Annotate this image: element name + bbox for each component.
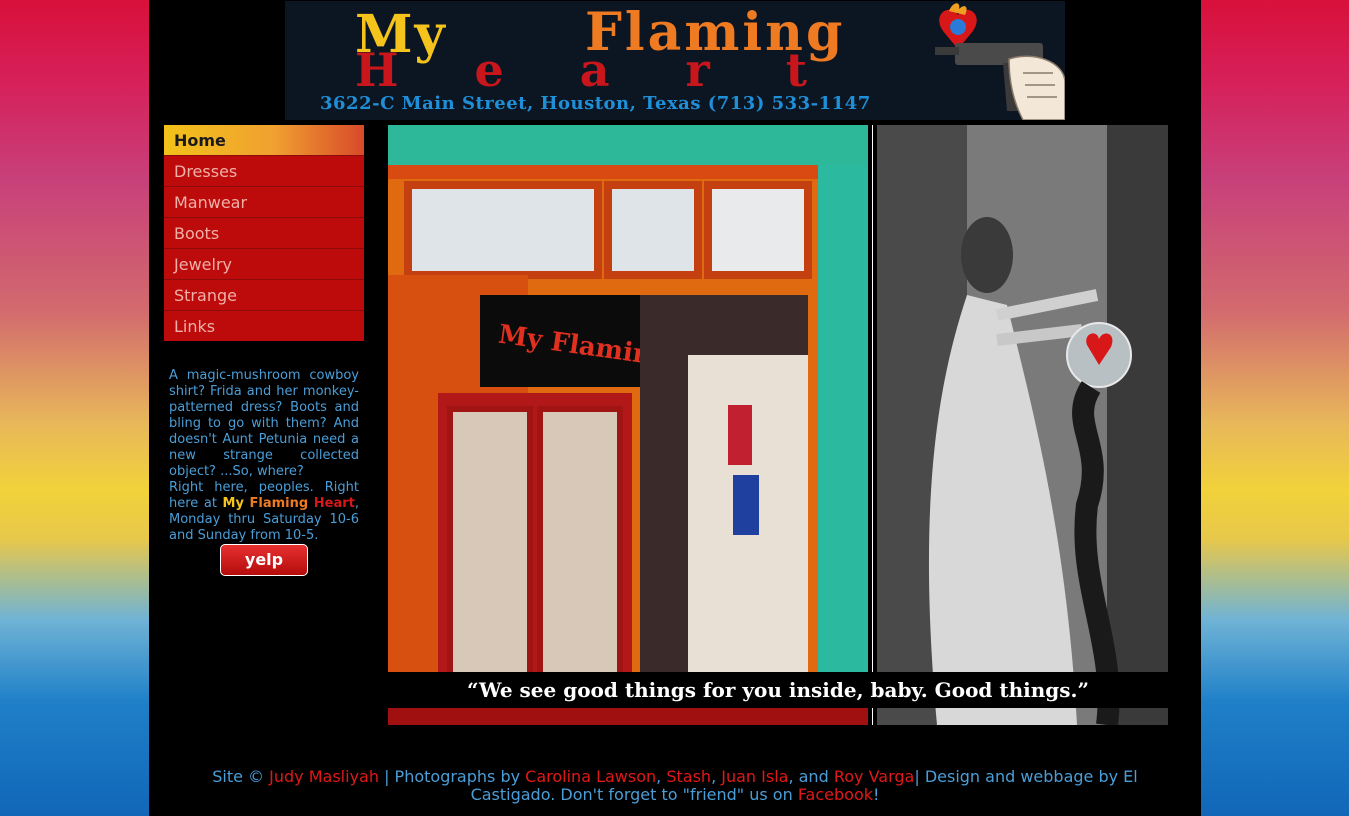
- header-banner[interactable]: My Flaming Heart 3622-C Main Street, Hou…: [285, 1, 1065, 120]
- site-footer: Site © Judy Masliyah | Photographs by Ca…: [179, 768, 1171, 804]
- nav-item-jewelry[interactable]: Jewelry: [164, 249, 364, 280]
- footer-sep: ,: [656, 767, 662, 786]
- page-container: My Flaming Heart 3622-C Main Street, Hou…: [149, 0, 1201, 816]
- photo-caption-bar: “We see good things for you inside, baby…: [388, 672, 1168, 708]
- footer-photographer-link[interactable]: Carolina Lawson: [525, 767, 656, 786]
- blurb-brand-my: My: [222, 496, 244, 511]
- store-address: 3622-C Main Street, Houston, Texas (713)…: [320, 93, 871, 114]
- store-blurb: A magic-mushroom cowboy shirt? Frida and…: [169, 368, 359, 544]
- blurb-brand-flaming: Flaming: [249, 496, 309, 511]
- storefront-illustration: My Flaming Heart: [388, 125, 868, 725]
- footer-photographer-link[interactable]: Roy Varga: [834, 767, 915, 786]
- flaming-heart-pistol-icon: [935, 3, 1065, 120]
- footer-and: , and: [788, 767, 829, 786]
- footer-photographer-link[interactable]: Stash: [666, 767, 711, 786]
- photo-divider: [868, 125, 877, 725]
- banner-word-heart: Heart: [355, 43, 884, 97]
- yelp-label: yelp: [244, 550, 284, 569]
- main-nav: Home Dresses Manwear Boots Jewelry Stran…: [164, 125, 364, 341]
- nav-item-strange[interactable]: Strange: [164, 280, 364, 311]
- footer-owner-link[interactable]: Judy Masliyah: [269, 767, 379, 786]
- nav-item-dresses[interactable]: Dresses: [164, 156, 364, 187]
- photo-caption: “We see good things for you inside, baby…: [466, 678, 1090, 702]
- nav-item-manwear[interactable]: Manwear: [164, 187, 364, 218]
- fortune-teller-illustration: [877, 125, 1168, 725]
- facebook-link[interactable]: Facebook: [798, 785, 873, 804]
- footer-photographer-link[interactable]: Juan Isla: [721, 767, 788, 786]
- storefront-photo: My Flaming Heart: [388, 125, 868, 725]
- footer-site: Site ©: [212, 767, 265, 786]
- footer-sep: ,: [711, 767, 717, 786]
- yelp-button[interactable]: yelp: [220, 544, 308, 576]
- nav-item-home[interactable]: Home: [164, 125, 364, 156]
- fortune-teller-photo: [877, 125, 1168, 725]
- nav-item-links[interactable]: Links: [164, 311, 364, 341]
- footer-end: !: [873, 785, 880, 804]
- blurb-brand-heart: Heart: [313, 496, 355, 511]
- blurb-intro: A magic-mushroom cowboy shirt? Frida and…: [169, 368, 359, 479]
- nav-item-boots[interactable]: Boots: [164, 218, 364, 249]
- footer-photos-by: | Photographs by: [384, 767, 521, 786]
